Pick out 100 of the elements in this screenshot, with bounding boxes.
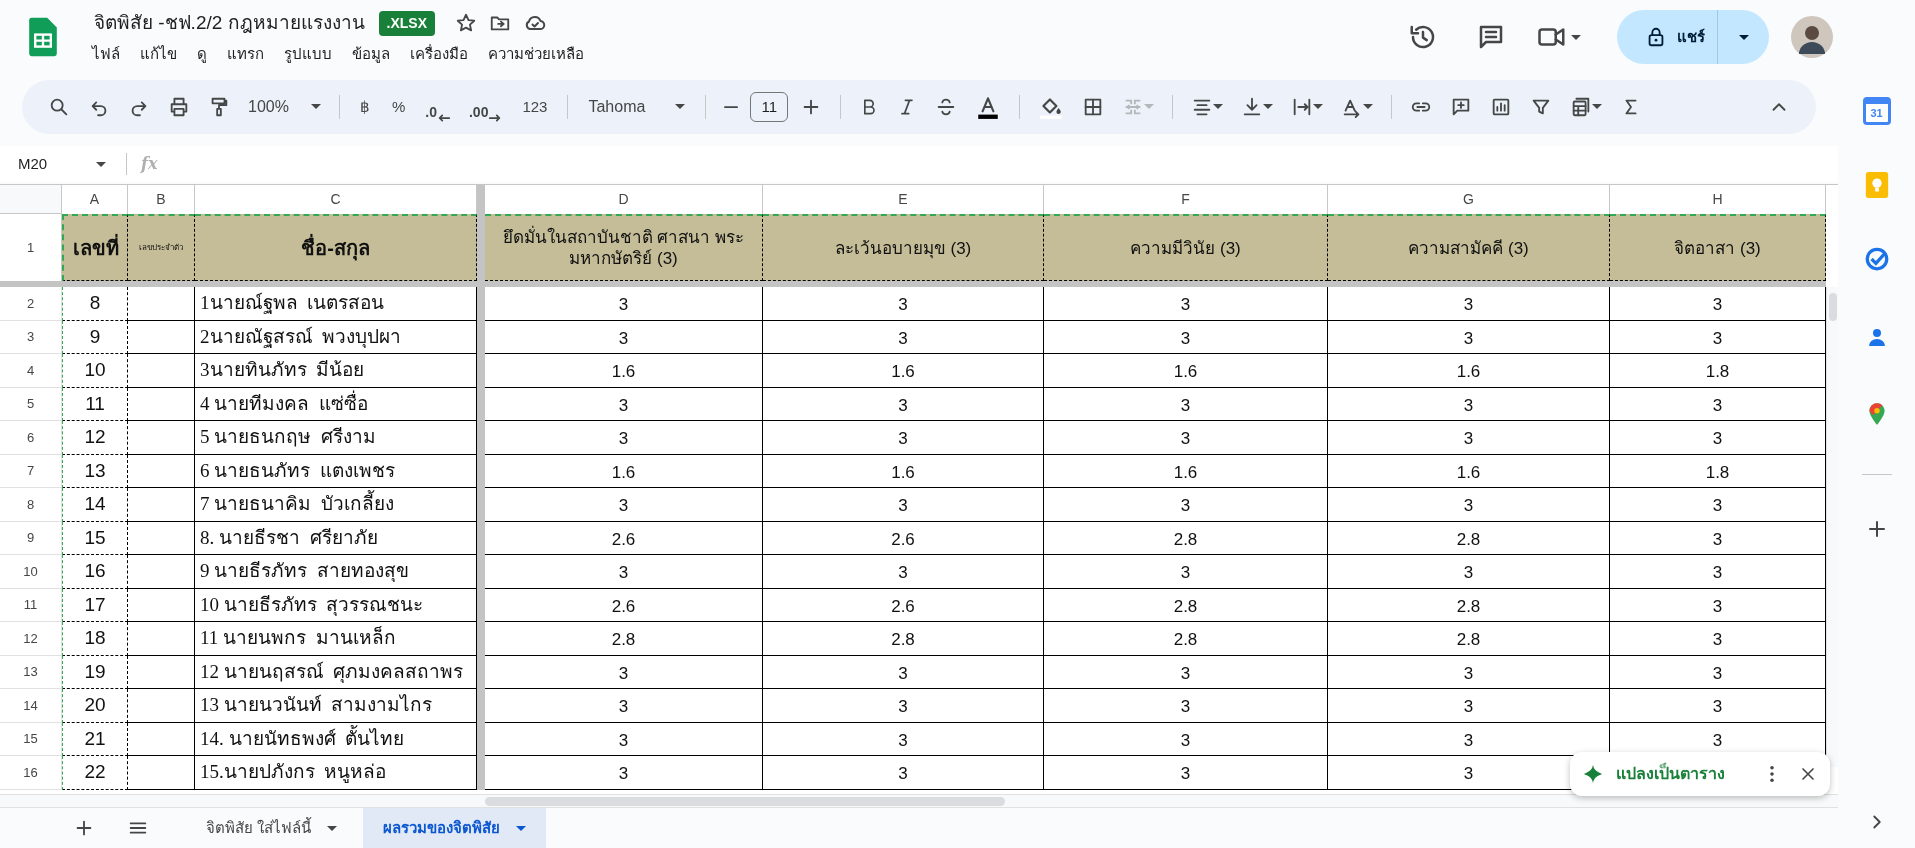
row-header[interactable]: 8 <box>0 488 62 522</box>
sheet-tab[interactable]: จิตพิสัย ใส่ไฟล์นี้ <box>186 808 358 848</box>
row-header[interactable]: 3 <box>0 320 62 355</box>
table-cell: 22 <box>62 756 128 790</box>
convert-to-table-link[interactable]: แปลงเป็นตาราง <box>1616 762 1725 786</box>
header-cell: ชื่อ-สกุล <box>195 214 477 282</box>
menu-item[interactable]: แทรก <box>227 43 264 66</box>
table-cell: 3 <box>763 488 1044 522</box>
table-cell: 15.นายปภังกร หนูหล่อ <box>195 756 477 790</box>
table-cell: 3 <box>763 387 1044 422</box>
row-header[interactable]: 13 <box>0 655 62 690</box>
zoom-dropdown[interactable]: 100% <box>242 90 327 123</box>
row-header[interactable]: 2 <box>0 287 62 321</box>
header-cell: ยึดมั่นในสถาบันชาติ ศาสนา พระมหากษัตริย์ (3) <box>485 214 763 282</box>
header-cell: เลขที่ <box>62 214 128 282</box>
row-header[interactable]: 5 <box>0 387 62 422</box>
number-format-button[interactable]: 123 <box>514 90 556 123</box>
table-cell: 3 <box>1044 320 1328 355</box>
row-header[interactable]: 11 <box>0 588 62 623</box>
table-cell: 3 <box>1044 722 1328 757</box>
menu-item[interactable]: รูปแบบ <box>284 43 332 66</box>
table-cell: 3 <box>1044 689 1328 723</box>
table-cell: 3 <box>1044 287 1328 321</box>
caret-icon <box>1213 104 1224 110</box>
row-header[interactable]: 16 <box>0 756 62 790</box>
table-cell <box>128 722 195 757</box>
minus-icon <box>724 105 739 108</box>
percent-format-button[interactable]: % <box>383 90 414 123</box>
table-cell: 3 <box>1044 655 1328 690</box>
horizontal-scrollbar[interactable] <box>0 794 1838 808</box>
caret-icon <box>1592 104 1603 110</box>
scrollbar-thumb[interactable] <box>485 796 1005 806</box>
table-cell: 13 นายนวนันท์ สามงามไกร <box>195 689 477 723</box>
table-cell: 3 <box>485 655 763 690</box>
table-cell: 18 <box>62 622 128 656</box>
table-cell: 2.6 <box>485 521 763 556</box>
calendar-button[interactable]: 31 <box>1862 97 1891 125</box>
table-cell: 2.6 <box>485 588 763 623</box>
row-header[interactable]: 7 <box>0 454 62 489</box>
row-header[interactable]: 12 <box>0 622 62 656</box>
menu-item[interactable]: ความช่วยเหลือ <box>488 43 584 66</box>
caret-icon <box>1571 34 1581 40</box>
table-cell: 3 <box>1328 655 1610 690</box>
increase-decimal-button[interactable]: .00 <box>462 90 509 123</box>
document-title[interactable]: จิตพิสัย -ชฟ.2/2 กฎหมายแรงงาน <box>94 8 365 38</box>
scrollbar-thumb[interactable] <box>1829 293 1837 322</box>
table-cell: 1.6 <box>763 354 1044 388</box>
name-box[interactable]: M20 <box>0 149 112 180</box>
row-header[interactable]: 6 <box>0 421 62 455</box>
table-cell: 3 <box>1044 756 1328 790</box>
row-header[interactable]: 9 <box>0 521 62 556</box>
table-cell: 4 นายทีมงคล แซ่ซื่อ <box>195 387 477 422</box>
table-cell: 5 นายธนกฤษ ศรีงาม <box>195 421 477 455</box>
caret-icon <box>1738 34 1749 40</box>
currency-format-button[interactable]: ฿ <box>351 90 378 123</box>
table-cell: 3นายทินภัทร มีน้อย <box>195 354 477 388</box>
row-header[interactable]: 14 <box>0 689 62 723</box>
caret-icon <box>327 825 338 831</box>
table-cell: 2นายณัฐสรณ์ พวงบุปผา <box>195 320 477 355</box>
menu-item[interactable]: ข้อมูล <box>352 43 390 66</box>
table-cell: 3 <box>1044 387 1328 422</box>
decrease-decimal-button[interactable]: .0 <box>419 90 457 123</box>
avatar[interactable] <box>1791 16 1833 59</box>
table-cell: 2.8 <box>485 622 763 656</box>
table-cell: 14 <box>62 488 128 522</box>
table-cell <box>128 488 195 522</box>
right-arrow-icon <box>488 112 503 123</box>
table-cell: 3 <box>763 689 1044 723</box>
menu-item[interactable]: แก้ไข <box>140 43 177 66</box>
row-header[interactable]: 15 <box>0 722 62 757</box>
table-cell: 2.8 <box>1044 622 1328 656</box>
table-cell: 1.6 <box>1044 354 1328 388</box>
table-cell: 3 <box>763 722 1044 757</box>
function-label: fx <box>141 153 158 176</box>
font-dropdown[interactable]: Tahoma <box>580 90 694 123</box>
table-cell: 3 <box>1044 555 1328 589</box>
table-cell: 19 <box>62 655 128 690</box>
table-cell <box>128 354 195 388</box>
sheet-tab[interactable]: ผลรวมของจิตพิสัย <box>363 808 547 848</box>
font-size-field[interactable]: 11 <box>750 91 789 122</box>
table-cell: 10 <box>62 354 128 388</box>
table-cell: 8. นายธีรชา ศรียาภัย <box>195 521 477 556</box>
table-cell: 2.8 <box>1044 588 1328 623</box>
vertical-scrollbar[interactable] <box>1826 287 1838 768</box>
table-cell: 3 <box>763 555 1044 589</box>
table-cell: 1.6 <box>485 454 763 489</box>
header-cell: จิตอาสา (3) <box>1610 214 1826 282</box>
row-header[interactable]: 4 <box>0 354 62 388</box>
row-header[interactable]: 10 <box>0 555 62 589</box>
table-cell: 1.6 <box>1328 454 1610 489</box>
table-cell <box>128 521 195 556</box>
menu-item[interactable]: เครื่องมือ <box>410 43 468 66</box>
table-cell <box>128 387 195 422</box>
menu-item[interactable]: ดู <box>197 43 207 66</box>
table-cell: 3 <box>485 421 763 455</box>
caret-icon <box>1363 104 1374 110</box>
table-cell <box>128 689 195 723</box>
table-cell: 1.6 <box>485 354 763 388</box>
table-cell: 9 <box>62 320 128 355</box>
menu-item[interactable]: ไฟล์ <box>92 43 120 66</box>
